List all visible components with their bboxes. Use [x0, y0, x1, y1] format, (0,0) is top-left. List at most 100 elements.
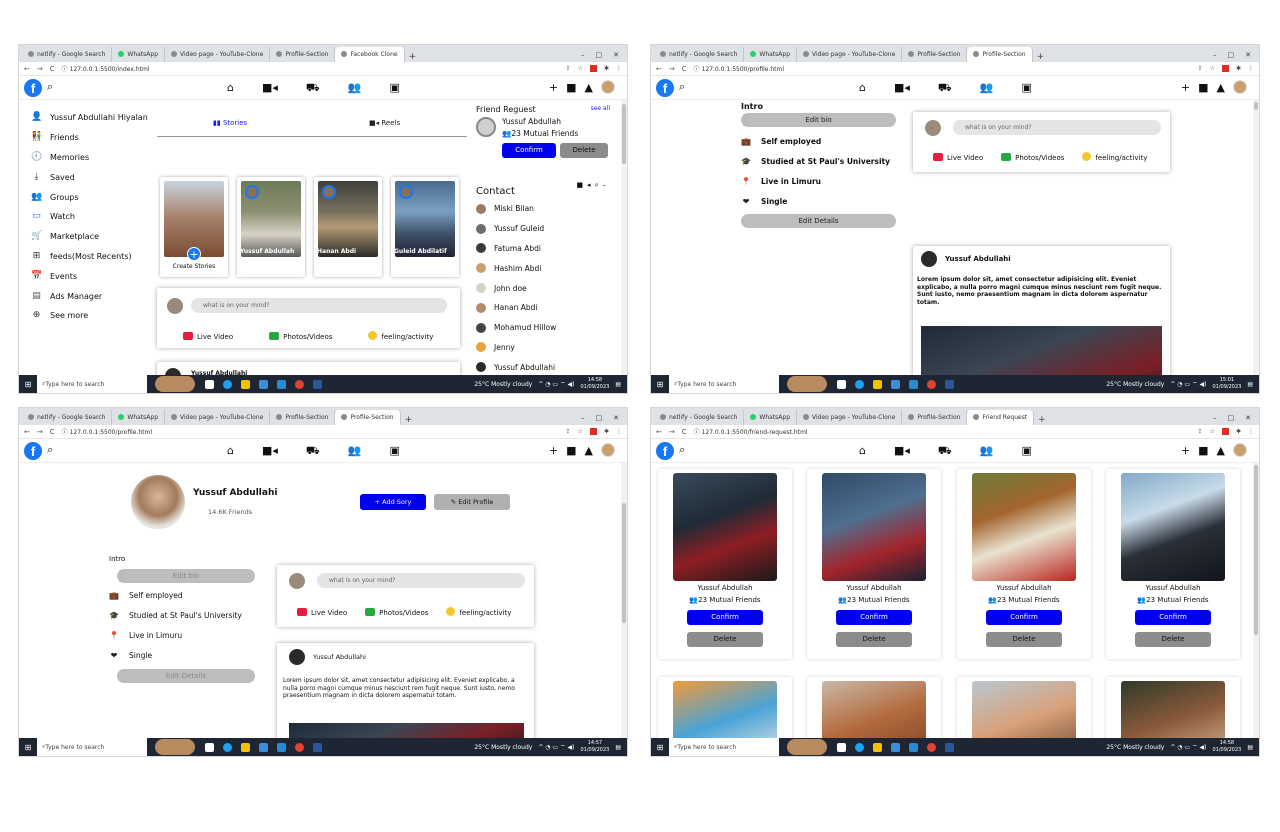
bell-icon[interactable]: ▲: [585, 81, 593, 94]
share-icon[interactable]: ⇪: [566, 65, 571, 72]
url-field[interactable]: ⓘ 127.0.0.1:5500/profile.html: [62, 427, 559, 436]
windows-start-icon[interactable]: ⊞: [651, 375, 669, 393]
forward-icon[interactable]: →: [37, 65, 43, 73]
browser-tab[interactable]: Video page - YouTube-Clone: [165, 410, 271, 425]
browser-tab[interactable]: Profile-Section: [270, 410, 336, 425]
scrollbar-thumb[interactable]: [622, 503, 626, 623]
puzzle-icon[interactable]: ✱: [1236, 65, 1241, 72]
taskbar-clock[interactable]: 14:57 01/09/2023: [581, 740, 610, 754]
bell-icon[interactable]: ▲: [585, 444, 593, 457]
close-icon[interactable]: ✕: [1245, 51, 1251, 59]
search-icon[interactable]: ⌕: [679, 80, 685, 94]
word-icon[interactable]: [945, 379, 954, 389]
contact-item[interactable]: John doe: [476, 278, 616, 298]
search-icon[interactable]: ⌕: [47, 443, 53, 457]
see-all-link[interactable]: see all: [591, 105, 610, 112]
requester-photo[interactable]: [972, 681, 1076, 740]
delete-button[interactable]: Delete: [560, 143, 608, 158]
add-story-button[interactable]: + Add Sory: [360, 494, 426, 510]
new-tab-icon[interactable]: +: [401, 415, 417, 425]
browser-tab[interactable]: netlify - Google Search: [654, 410, 745, 425]
contact-item[interactable]: Hashim Abdi: [476, 258, 616, 278]
browser-tab-active[interactable]: Friend Request: [967, 410, 1035, 425]
browser-tab[interactable]: Profile-Section: [270, 47, 336, 62]
extension-icon[interactable]: [589, 65, 597, 72]
new-tab-icon[interactable]: +: [1034, 415, 1050, 425]
notification-icon[interactable]: ▤: [1247, 744, 1253, 751]
browser-tab[interactable]: WhatsApp: [112, 410, 166, 425]
notification-icon[interactable]: ▤: [615, 744, 621, 751]
browser-tab[interactable]: Video page - YouTube-Clone: [797, 410, 903, 425]
reload-icon[interactable]: C: [50, 65, 55, 73]
messenger-icon[interactable]: ■: [566, 444, 576, 457]
chrome-icon[interactable]: [927, 742, 936, 752]
facebook-logo-icon[interactable]: f: [24, 79, 42, 97]
contact-item[interactable]: Mohamud Hillow: [476, 318, 616, 338]
word-icon[interactable]: [313, 379, 322, 389]
store-icon[interactable]: [891, 742, 900, 752]
chrome-icon[interactable]: [295, 742, 304, 752]
back-icon[interactable]: ←: [24, 65, 30, 73]
post-image[interactable]: [921, 326, 1162, 377]
gaming-icon[interactable]: ▣: [389, 444, 399, 459]
edge-icon[interactable]: [223, 742, 232, 752]
tray-icons[interactable]: ^ ◔ ▭ ⌔ ◀): [538, 380, 574, 388]
requester-photo[interactable]: [822, 473, 926, 581]
gaming-icon[interactable]: ▣: [1021, 444, 1031, 459]
search-icon[interactable]: ⌕: [679, 443, 685, 457]
minimize-icon[interactable]: –: [1213, 414, 1217, 422]
home-icon[interactable]: ⌂: [227, 444, 234, 459]
maximize-icon[interactable]: □: [1228, 51, 1235, 59]
page-scrollbar[interactable]: [1253, 463, 1259, 740]
back-icon[interactable]: ←: [656, 65, 662, 73]
confirm-button[interactable]: Confirm: [836, 610, 912, 625]
edit-details-button[interactable]: Edit Details: [741, 214, 896, 228]
browser-tab[interactable]: netlify - Google Search: [22, 47, 113, 62]
back-icon[interactable]: ←: [24, 428, 30, 436]
url-field[interactable]: ⓘ 127.0.0.1:5500/profile.html: [694, 64, 1191, 73]
browser-tab-active[interactable]: Facebook Clone: [335, 47, 405, 62]
photos-videos-button[interactable]: Photos/Videos: [1001, 152, 1064, 162]
star-icon[interactable]: ☆: [578, 65, 583, 72]
browser-tab[interactable]: Profile-Section: [902, 410, 968, 425]
video-icon[interactable]: ■◂: [894, 444, 910, 459]
edit-bio-button[interactable]: Edit bio: [117, 569, 255, 583]
share-icon[interactable]: ⇪: [566, 428, 571, 435]
forward-icon[interactable]: →: [669, 428, 675, 436]
more-icon[interactable]: –: [603, 181, 611, 189]
feeling-activity-button[interactable]: feeling/activity: [446, 607, 511, 617]
share-icon[interactable]: ⇪: [1198, 428, 1203, 435]
back-icon[interactable]: ←: [656, 428, 662, 436]
delete-button[interactable]: Delete: [1135, 632, 1211, 647]
vscode-icon[interactable]: [277, 379, 286, 389]
story-card-create[interactable]: + Create Stories: [160, 177, 228, 277]
contact-item[interactable]: Jenny: [476, 338, 616, 358]
notification-icon[interactable]: ▤: [615, 381, 621, 388]
star-icon[interactable]: ☆: [1210, 428, 1215, 435]
close-icon[interactable]: ✕: [1245, 414, 1251, 422]
browser-tab[interactable]: Video page - YouTube-Clone: [165, 47, 271, 62]
close-icon[interactable]: ✕: [613, 51, 619, 59]
taskbar-clock[interactable]: 14:58 01/09/2023: [581, 377, 610, 391]
requester-photo[interactable]: [673, 681, 777, 740]
store-icon[interactable]: [259, 379, 268, 389]
scrollbar-thumb[interactable]: [1254, 102, 1258, 110]
scrollbar-thumb[interactable]: [1254, 465, 1258, 635]
video-call-icon[interactable]: ■◂: [576, 181, 594, 189]
file-explorer-icon[interactable]: [873, 742, 882, 752]
photos-videos-button[interactable]: Photos/Videos: [269, 331, 332, 341]
close-icon[interactable]: ✕: [613, 414, 619, 422]
home-icon[interactable]: ⌂: [859, 81, 866, 96]
contact-item[interactable]: Fatuma Abdi: [476, 239, 616, 259]
video-icon[interactable]: ■◂: [894, 81, 910, 96]
windows-start-icon[interactable]: ⊞: [651, 738, 669, 756]
menu-dots-icon[interactable]: ⋮: [616, 428, 622, 435]
scrollbar-thumb[interactable]: [622, 104, 626, 164]
story-card[interactable]: Hanan Abdi: [314, 177, 382, 277]
star-icon[interactable]: ☆: [1210, 65, 1215, 72]
requester-photo[interactable]: [822, 681, 926, 740]
tray-icons[interactable]: ^ ◔ ▭ ⌔ ◀): [1170, 743, 1206, 751]
contact-item[interactable]: Yussuf Guleid: [476, 219, 616, 239]
store-icon[interactable]: [891, 379, 900, 389]
minimize-icon[interactable]: –: [581, 51, 585, 59]
